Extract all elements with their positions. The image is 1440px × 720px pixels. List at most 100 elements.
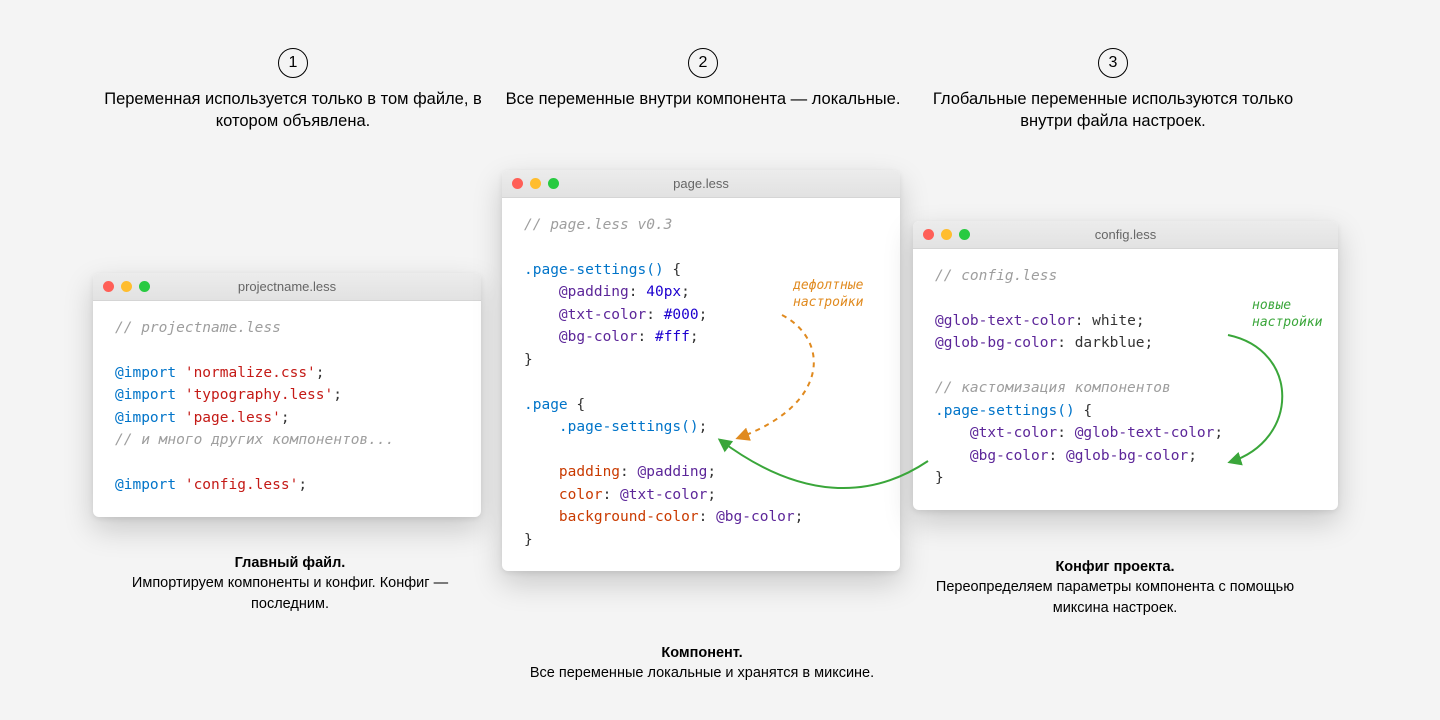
code-comment: // и много других компонентов... [115,432,394,448]
code-token: ; [1188,448,1197,464]
maximize-icon[interactable] [959,229,970,240]
footer-title: Главный файл. [235,555,346,571]
code-token: @glob-text-color [935,313,1075,329]
code-token: .page-settings() [559,419,699,435]
code-token: .page [524,397,568,413]
code-token: { [664,262,681,278]
code-token: #fff [655,329,690,345]
code-token: { [1075,403,1092,419]
traffic-lights [923,229,970,240]
code-token: ; [1214,425,1223,441]
footer-title: Компонент. [661,645,742,661]
code-token: : [1049,448,1058,464]
step-caption-1: Переменная используется только в том фай… [93,88,493,133]
code-token: @import [115,387,176,403]
annotation-new-settings: новые настройки [1252,298,1322,332]
window-projectname: projectname.less // projectname.less @im… [93,273,481,517]
code-comment: // page.less v0.3 [524,217,672,233]
code-token: @txt-color [559,307,646,323]
code-token: @padding [559,284,629,300]
code-config: // config.less @glob-text-color: white; … [913,249,1338,510]
code-token: @import [115,477,176,493]
code-page: // page.less v0.3 .page-settings() { @pa… [502,198,900,571]
close-icon[interactable] [512,178,523,189]
code-token: @import [115,410,176,426]
code-token: @bg-color [970,448,1049,464]
code-token: @import [115,365,176,381]
step-caption-3: Глобальные переменные используются тольк… [913,88,1313,133]
annotation-default-settings: дефолтные настройки [793,278,863,312]
code-token: @txt-color [970,425,1057,441]
window-title: config.less [913,227,1338,242]
window-config: config.less // config.less @glob-text-co… [913,221,1338,510]
titlebar: page.less [502,170,900,198]
footer-config: Конфиг проекта. Переопределяем параметры… [935,557,1295,618]
code-token: 'typography.less' [185,387,333,403]
code-token: ; [699,307,708,323]
minimize-icon[interactable] [121,281,132,292]
footer-body: Импортируем компоненты и конфиг. Конфиг … [132,575,448,611]
window-title: projectname.less [93,279,481,294]
code-token: } [524,532,533,548]
code-token: @glob-bg-color [1066,448,1188,464]
code-token: ; [795,509,804,525]
step-caption-2: Все переменные внутри компонента — локал… [503,88,903,110]
code-token: @padding [638,464,708,480]
code-token: ; [707,464,716,480]
window-page: page.less // page.less v0.3 .page-settin… [502,170,900,571]
code-token: .page-settings() [935,403,1075,419]
step-number-2: 2 [688,48,718,78]
code-token: #000 [664,307,699,323]
code-token: : [699,509,708,525]
code-token: ; [281,410,290,426]
step-number-3: 3 [1098,48,1128,78]
code-token: 'normalize.css' [185,365,316,381]
code-token: @bg-color [559,329,638,345]
step-3: 3 Глобальные переменные используются тол… [913,48,1313,133]
code-token: } [935,470,944,486]
code-token: ; [333,387,342,403]
code-token: ; [699,419,708,435]
annotation-text: настройки [1252,315,1322,330]
code-token: @glob-text-color [1075,425,1215,441]
code-token: ; [681,284,690,300]
step-number-1: 1 [278,48,308,78]
code-comment: // projectname.less [115,320,281,336]
code-token: ; [316,365,325,381]
code-token: : [638,329,647,345]
footer-page: Компонент. Все переменные локальные и хр… [522,643,882,684]
code-token: @bg-color [716,509,795,525]
code-token: color [559,487,603,503]
maximize-icon[interactable] [139,281,150,292]
code-token: background-color [559,509,699,525]
code-token: 'config.less' [185,477,299,493]
traffic-lights [103,281,150,292]
code-token: 40px [646,284,681,300]
code-token: 'page.less' [185,410,281,426]
close-icon[interactable] [923,229,934,240]
code-token: } [524,352,533,368]
code-token: : [1057,335,1066,351]
minimize-icon[interactable] [941,229,952,240]
annotation-text: новые [1252,298,1291,313]
code-token: .page-settings() [524,262,664,278]
code-token: : [646,307,655,323]
code-token: darkblue [1075,335,1145,351]
code-token: ; [690,329,699,345]
code-token: padding [559,464,620,480]
code-token: ; [298,477,307,493]
traffic-lights [512,178,559,189]
close-icon[interactable] [103,281,114,292]
code-token: : [603,487,612,503]
code-projectname: // projectname.less @import 'normalize.c… [93,301,481,517]
titlebar: projectname.less [93,273,481,301]
code-token: ; [1136,313,1145,329]
maximize-icon[interactable] [548,178,559,189]
step-1: 1 Переменная используется только в том ф… [93,48,493,133]
footer-title: Конфиг проекта. [1055,559,1174,575]
code-token: : [620,464,629,480]
step-2: 2 Все переменные внутри компонента — лок… [503,48,903,110]
footer-project: Главный файл. Импортируем компоненты и к… [110,553,470,614]
minimize-icon[interactable] [530,178,541,189]
titlebar: config.less [913,221,1338,249]
